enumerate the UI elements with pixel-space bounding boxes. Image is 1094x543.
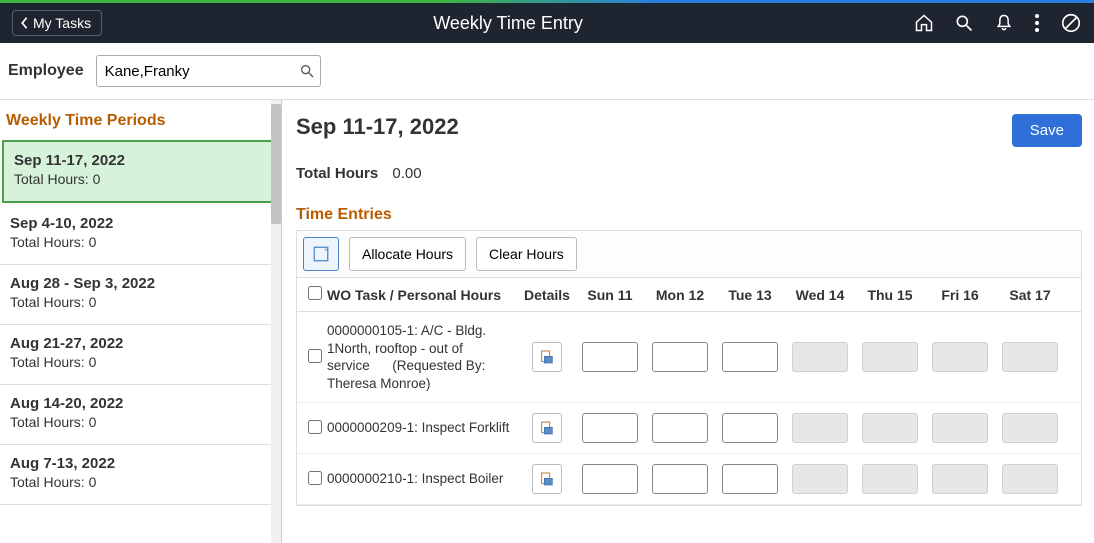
app-header: My Tasks Weekly Time Entry <box>0 3 1094 43</box>
details-icon <box>539 420 555 436</box>
employee-input[interactable] <box>96 55 321 87</box>
table-header: WO Task / Personal Hours Details Sun 11 … <box>297 278 1081 312</box>
row-checkbox[interactable] <box>308 349 322 363</box>
period-range: Sep 11-17, 2022 <box>14 152 267 169</box>
table-row: 0000000209-1: Inspect Forklift <box>297 403 1081 454</box>
period-total: Total Hours: 0 <box>14 171 267 187</box>
chevron-left-icon <box>19 16 29 30</box>
search-icon[interactable] <box>954 13 974 33</box>
bell-icon[interactable] <box>994 13 1014 33</box>
hours-input-sun[interactable] <box>582 464 638 494</box>
employee-filter-row: Employee <box>0 43 1094 100</box>
col-day-header: Mon 12 <box>645 287 715 303</box>
page-title: Weekly Time Entry <box>102 13 914 34</box>
period-item[interactable]: Sep 11-17, 2022 Total Hours: 0 <box>2 140 279 203</box>
total-hours-value: 0.00 <box>392 165 421 182</box>
row-checkbox[interactable] <box>308 471 322 485</box>
hours-input-wed <box>792 342 848 372</box>
details-button[interactable] <box>532 413 562 443</box>
col-day-header: Thu 15 <box>855 287 925 303</box>
period-total: Total Hours: 0 <box>10 414 271 430</box>
expand-icon: + <box>312 245 330 263</box>
period-item[interactable]: Aug 7-13, 2022 Total Hours: 0 <box>0 445 281 505</box>
period-total: Total Hours: 0 <box>10 234 271 250</box>
col-day-header: Fri 16 <box>925 287 995 303</box>
period-range: Aug 28 - Sep 3, 2022 <box>10 275 271 292</box>
search-icon[interactable] <box>299 63 315 79</box>
save-button[interactable]: Save <box>1012 114 1082 147</box>
hours-input-sun[interactable] <box>582 342 638 372</box>
hours-input-tue[interactable] <box>722 342 778 372</box>
details-icon <box>539 349 555 365</box>
hours-input-wed <box>792 413 848 443</box>
svg-text:+: + <box>324 247 328 254</box>
hours-input-fri <box>932 464 988 494</box>
details-icon <box>539 471 555 487</box>
period-range: Aug 14-20, 2022 <box>10 395 271 412</box>
hours-input-tue[interactable] <box>722 464 778 494</box>
hours-input-sat <box>1002 342 1058 372</box>
col-task-header: WO Task / Personal Hours <box>327 287 519 303</box>
period-item[interactable]: Aug 21-27, 2022 Total Hours: 0 <box>0 325 281 385</box>
selected-range-title: Sep 11-17, 2022 <box>296 114 459 140</box>
hours-input-sat <box>1002 464 1058 494</box>
entries-toolbar: + Allocate Hours Clear Hours <box>296 230 1082 278</box>
select-all-checkbox[interactable] <box>308 286 322 300</box>
no-entry-icon[interactable] <box>1060 12 1082 34</box>
total-hours-label: Total Hours <box>296 165 378 182</box>
hours-input-wed <box>792 464 848 494</box>
period-total: Total Hours: 0 <box>10 474 271 490</box>
col-day-header: Sat 17 <box>995 287 1065 303</box>
col-details-header: Details <box>519 287 575 303</box>
hours-input-sun[interactable] <box>582 413 638 443</box>
hours-input-thu <box>862 464 918 494</box>
details-button[interactable] <box>532 464 562 494</box>
back-label: My Tasks <box>33 15 91 31</box>
entries-table: WO Task / Personal Hours Details Sun 11 … <box>296 278 1082 506</box>
home-icon[interactable] <box>914 13 934 33</box>
period-range: Sep 4-10, 2022 <box>10 215 271 232</box>
periods-heading: Weekly Time Periods <box>0 100 281 138</box>
hours-input-tue[interactable] <box>722 413 778 443</box>
details-button[interactable] <box>532 342 562 372</box>
period-item[interactable]: Sep 4-10, 2022 Total Hours: 0 <box>0 205 281 265</box>
time-entries-heading: Time Entries <box>296 206 1082 224</box>
task-cell: 0000000209-1: Inspect Forklift <box>327 419 519 437</box>
sidebar: Weekly Time Periods Sep 11-17, 2022 Tota… <box>0 100 282 543</box>
kebab-menu-icon[interactable] <box>1034 13 1040 33</box>
period-range: Aug 7-13, 2022 <box>10 455 271 472</box>
hours-input-thu <box>862 413 918 443</box>
col-day-header: Sun 11 <box>575 287 645 303</box>
back-button[interactable]: My Tasks <box>12 10 102 36</box>
hours-input-sat <box>1002 413 1058 443</box>
table-row: 0000000105-1: A/C - Bldg. 1North, roofto… <box>297 312 1081 403</box>
row-checkbox[interactable] <box>308 420 322 434</box>
task-cell: 0000000210-1: Inspect Boiler <box>327 470 519 488</box>
table-row: 0000000210-1: Inspect Boiler <box>297 454 1081 505</box>
clear-hours-button[interactable]: Clear Hours <box>476 237 577 271</box>
col-day-header: Wed 14 <box>785 287 855 303</box>
hours-input-mon[interactable] <box>652 413 708 443</box>
col-day-header: Tue 13 <box>715 287 785 303</box>
period-item[interactable]: Aug 28 - Sep 3, 2022 Total Hours: 0 <box>0 265 281 325</box>
hours-input-fri <box>932 413 988 443</box>
hours-input-mon[interactable] <box>652 342 708 372</box>
period-range: Aug 21-27, 2022 <box>10 335 271 352</box>
employee-label: Employee <box>8 62 84 80</box>
sidebar-scrollbar[interactable] <box>271 100 281 543</box>
period-total: Total Hours: 0 <box>10 294 271 310</box>
period-total: Total Hours: 0 <box>10 354 271 370</box>
hours-input-mon[interactable] <box>652 464 708 494</box>
allocate-hours-button[interactable]: Allocate Hours <box>349 237 466 271</box>
period-item[interactable]: Aug 14-20, 2022 Total Hours: 0 <box>0 385 281 445</box>
hours-input-thu <box>862 342 918 372</box>
hours-input-fri <box>932 342 988 372</box>
task-cell: 0000000105-1: A/C - Bldg. 1North, roofto… <box>327 322 519 392</box>
main-content: Sep 11-17, 2022 Save Total Hours 0.00 Ti… <box>282 100 1094 543</box>
options-button[interactable]: + <box>303 237 339 271</box>
